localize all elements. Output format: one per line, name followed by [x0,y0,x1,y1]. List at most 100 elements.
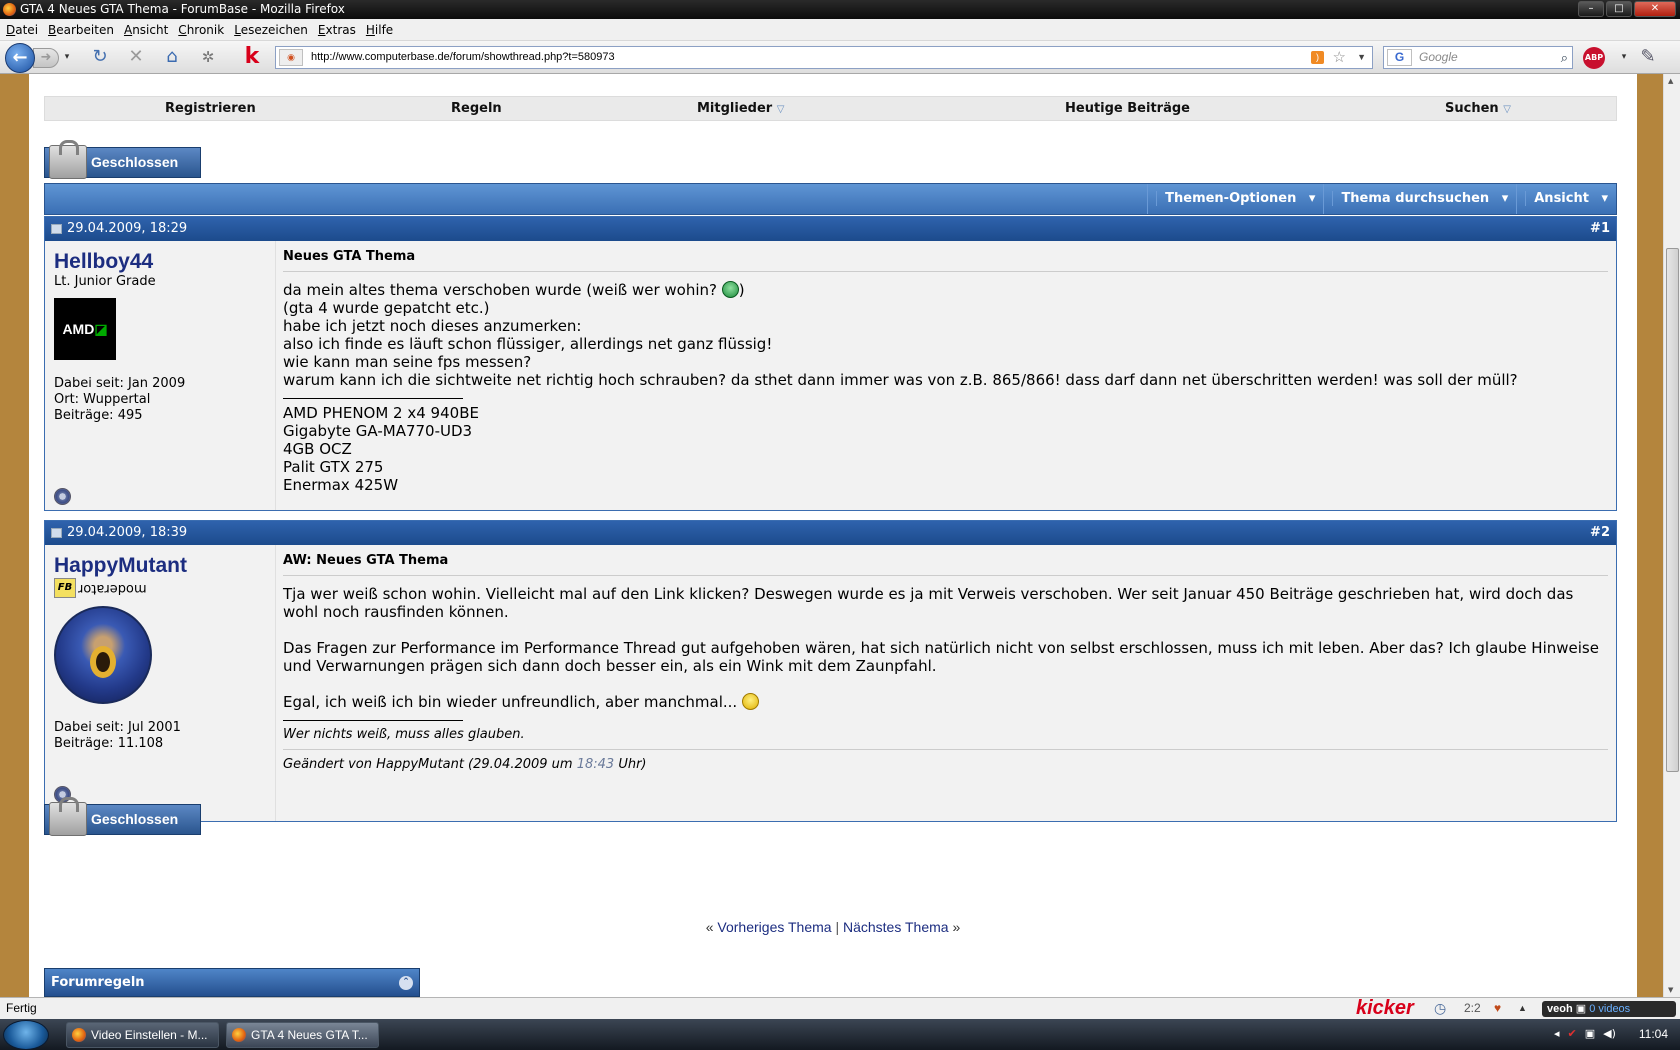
closed-thread-button-top[interactable]: Geschlossen [44,140,201,179]
post-message: da mein altes thema verschoben wurde (we… [283,281,1608,494]
google-engine-icon[interactable]: G [1387,49,1412,66]
user-post-count: Beiträge: 11.108 [54,736,164,751]
address-url: http://www.computerbase.de/forum/showthr… [311,51,615,63]
menu-extras[interactable]: Extras [314,19,360,40]
navigation-toolbar: ➜ ← ▾ ↻ ✕ ⌂ ✲ k ◉ http://www.computerbas… [0,41,1680,74]
closed-label: Geschlossen [91,154,179,170]
user-post-count: Beiträge: 495 [54,408,143,423]
forum-rules-header: Forumregeln ⌃ [44,968,420,997]
status-bar: Fertig kicker ◷ 2:2 ♥ ▲ veoh ▣ 0 videos [0,997,1680,1019]
history-dropdown-icon[interactable]: ▾ [60,45,74,69]
nav-suchen[interactable]: Suchen ▽ [1445,101,1511,116]
post-line-1-end: ) [738,281,745,299]
thread-options-menu[interactable]: Themen-Optionen ▾ [1147,184,1323,214]
live-score: 2:2 [1464,1001,1481,1015]
bookmark-star-icon[interactable]: ☆ [1333,47,1346,68]
scroll-down-icon[interactable]: ▼ [1668,986,1673,994]
menu-ansicht[interactable]: Ansicht [120,19,172,40]
kicker-bookmark-icon[interactable]: k [240,45,264,69]
home-icon[interactable]: ⌂ [160,45,184,69]
thread-options-label: Themen-Optionen [1156,191,1305,206]
amd-logo-icon: ◪ [94,321,108,337]
adblock-plus-icon[interactable]: ABP [1583,47,1605,69]
notes-icon[interactable]: ✎ [1636,45,1660,69]
addon-icon[interactable]: ✲ [196,45,220,69]
forward-button[interactable]: ➜ [33,48,59,68]
post-body: AW: Neues GTA Thema Tja wer weiß schon w… [275,545,1616,821]
taskbar-item-gta[interactable]: GTA 4 Neues GTA T... [226,1022,379,1048]
menu-lesezeichen[interactable]: Lesezeichen [230,19,312,40]
nav-regeln[interactable]: Regeln [451,101,502,116]
lock-icon [49,140,87,179]
adblock-dropdown-icon[interactable]: ▾ [1618,45,1630,69]
collapse-icon[interactable]: ⌃ [399,976,413,990]
maximize-button[interactable]: □ [1606,1,1632,17]
volume-icon[interactable]: ◀) [1603,1027,1616,1040]
score-dropdown-icon[interactable]: ▲ [1518,998,1527,1019]
start-button[interactable] [3,1020,49,1050]
user-rank-row: FB moderator [54,578,266,598]
antivirus-icon[interactable]: ✔ [1568,1027,1577,1040]
username[interactable]: HappyMutant [54,553,266,578]
rss-feed-icon[interactable]: ) [1311,51,1324,64]
veoh-addon[interactable]: veoh ▣ 0 videos [1542,1001,1676,1017]
menu-bar: Datei Bearbeiten Ansicht Chronik Lesezei… [0,19,1680,41]
clock[interactable]: 11:04 [1639,1019,1668,1050]
post-line-2: (gta 4 wurde gepatcht etc.) [283,299,490,317]
nav-separator: | [835,919,840,935]
url-dropdown-icon[interactable]: ▼ [1357,47,1366,68]
nav-heutige-beitraege[interactable]: Heutige Beiträge [1065,101,1190,116]
taskbar-item-video[interactable]: Video Einstellen - M... [66,1022,219,1048]
ticker-icon[interactable]: ◷ [1434,998,1446,1019]
previous-thread-link[interactable]: Vorheriges Thema [717,919,831,935]
laugh-smiley-icon [721,281,739,298]
web-page: Registrieren Regeln Mitglieder ▽ Heutige… [29,74,1637,997]
address-bar[interactable]: ◉ http://www.computerbase.de/forum/showt… [275,46,1373,69]
nav-mitglieder[interactable]: Mitglieder ▽ [697,101,784,116]
post-number[interactable]: #2 [1590,521,1610,545]
thread-view-menu[interactable]: Ansicht ▾ [1516,184,1616,214]
vertical-scrollbar[interactable]: ▲ ▼ [1663,74,1680,997]
scroll-up-icon[interactable]: ▲ [1668,77,1673,85]
site-identity-icon[interactable]: ◉ [279,49,303,66]
avatar[interactable]: AMD◪ [54,298,116,360]
window-titlebar: GTA 4 Neues GTA Thema - ForumBase - Mozi… [0,0,1680,19]
forum-rules-title: Forumregeln [51,975,145,990]
kicker-addon[interactable]: kicker [1356,998,1414,1019]
user-rank: Lt. Junior Grade [54,274,156,289]
search-icon[interactable]: ⌕ [1561,47,1568,68]
reload-icon[interactable]: ↻ [88,45,112,69]
search-bar[interactable]: G Google ⌕ [1383,46,1573,69]
post-paragraph-1: Tja wer weiß schon wohin. Vielleicht mal… [283,585,1574,621]
post-icon [51,528,62,538]
close-button[interactable]: ✕ [1634,1,1676,17]
avatar[interactable] [54,606,152,704]
post-2: 29.04.2009, 18:39 #2 HappyMutant FB mode… [44,520,1617,822]
post-number[interactable]: #1 [1590,217,1610,241]
menu-datei[interactable]: Datei [2,19,42,40]
closed-thread-button-bottom[interactable]: Geschlossen [44,797,201,836]
network-icon[interactable]: ▣ [1585,1027,1595,1040]
nav-registrieren[interactable]: Registrieren [165,101,256,116]
next-thread-link[interactable]: Nächstes Thema [843,919,949,935]
forumbase-badge-icon: FB [54,578,76,598]
scrollbar-thumb[interactable] [1666,248,1679,772]
firefox-icon [72,1028,86,1042]
post-header: 29.04.2009, 18:29 #1 [45,217,1616,241]
menu-chronik[interactable]: Chronik [174,19,228,40]
chevron-down-icon: ▽ [776,104,785,115]
username[interactable]: Hellboy44 [54,249,266,274]
stop-icon[interactable]: ✕ [124,45,148,69]
team-shield-icon: ♥ [1494,1001,1502,1015]
user-joined: Dabei seit: Jul 2001 [54,720,181,735]
back-button[interactable]: ← [5,43,35,73]
nav-open-quote: « [705,919,714,935]
lock-icon [49,797,87,836]
nav-close-quote: » [952,919,961,935]
thread-search-menu[interactable]: Thema durchsuchen ▾ [1323,184,1516,214]
menu-bearbeiten[interactable]: Bearbeiten [44,19,118,40]
tray-expand-icon[interactable]: ◂ [1554,1027,1560,1040]
menu-hilfe[interactable]: Hilfe [362,19,397,40]
avatar-text: AMD [62,321,95,337]
minimize-button[interactable]: – [1578,1,1604,17]
